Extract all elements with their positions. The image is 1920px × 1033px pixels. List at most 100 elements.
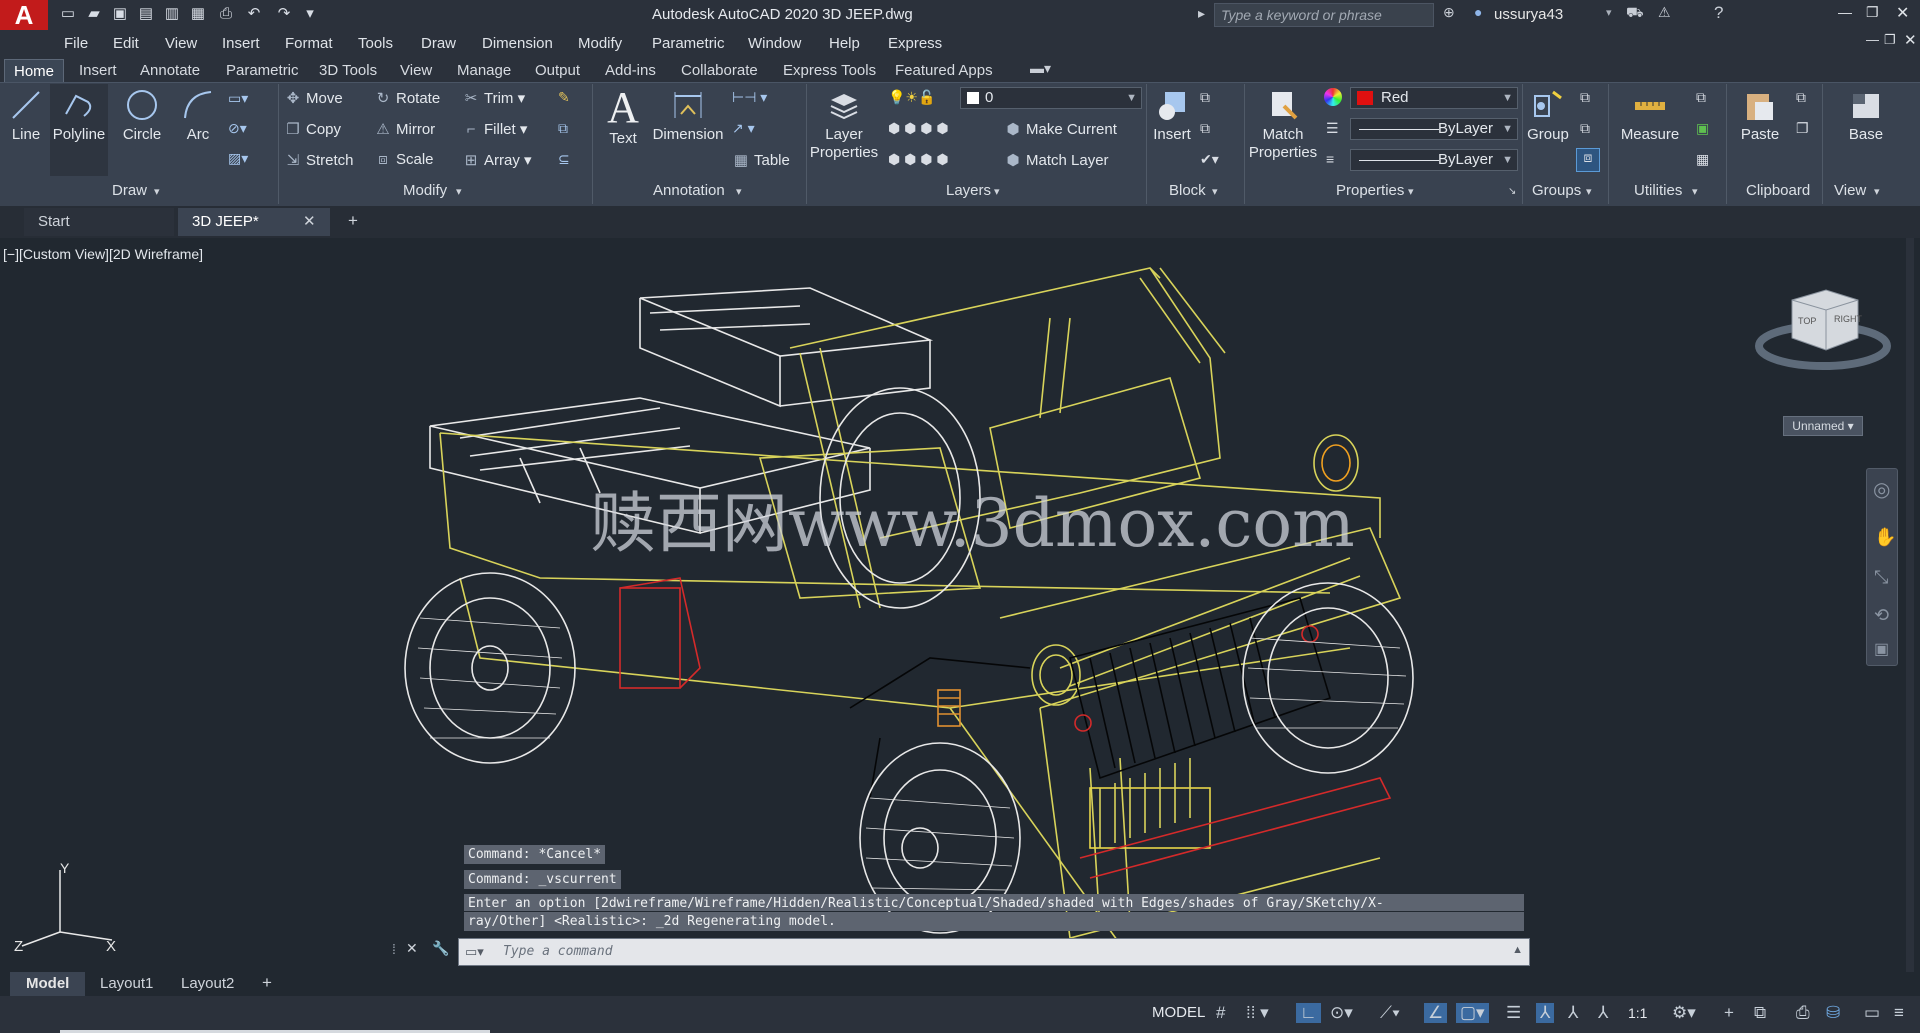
layer-dropdown[interactable]: 0 ▼ [960,87,1142,109]
layer-tools-icon[interactable]: ⬢ ⬢ ⬢ ⬢ [888,120,949,137]
groups-panel-dropdown-icon[interactable]: ▾ [1586,185,1592,198]
leader-icon[interactable]: ↗ ▾ [732,120,755,137]
menu-window[interactable]: Window [748,35,801,52]
polyline-button[interactable]: Polyline [50,84,108,176]
hatch-icon[interactable]: ⊘▾ [228,120,247,137]
make-current-button[interactable]: ⬢ Make Current [1004,120,1116,138]
orbit-icon[interactable]: ⟲ [1874,605,1889,626]
zoom-extents-icon[interactable]: ⤡ [1874,567,1888,588]
tab-3d-tools[interactable]: 3D Tools [310,59,386,82]
tab-model[interactable]: Model [10,972,86,996]
offset-icon[interactable]: ⊆ [558,151,570,168]
copy-button[interactable]: ❐ Copy [284,120,341,138]
save-as-icon[interactable]: ▤ [136,4,156,24]
cmd-history-toggle-icon[interactable]: ▲ [1512,944,1523,956]
layer-properties-button[interactable]: Layer Properties [808,88,880,162]
erase-icon[interactable]: ✎ [558,89,570,106]
block-panel-dropdown-icon[interactable]: ▾ [1212,185,1218,198]
isolate-objects-icon[interactable]: ⛁ [1826,1003,1840,1023]
id-point-icon[interactable]: ⧉ [1696,89,1706,106]
doc-minimize-icon[interactable]: — [1866,32,1879,47]
utilities-panel-label[interactable]: Utilities [1634,182,1682,199]
print-icon[interactable]: ⎙ [216,4,236,24]
move-button[interactable]: ✥ Move [284,89,343,107]
modify-panel-label[interactable]: Modify [403,182,447,199]
line-button[interactable]: Line [4,88,48,143]
trim-button[interactable]: ✂ Trim ▾ [462,89,525,107]
insert-button[interactable]: Insert [1150,88,1194,143]
cart-icon[interactable]: ⛟ [1626,4,1644,23]
modify-panel-dropdown-icon[interactable]: ▾ [456,185,462,198]
new-layout-icon[interactable]: + [262,973,272,993]
dimension-button[interactable]: Dimension [652,88,724,143]
customization-menu-icon[interactable]: ≡ [1894,1003,1904,1023]
annotation-scale-value[interactable]: 1:1 [1628,1005,1647,1021]
named-view-dropdown[interactable]: Unnamed ▾ [1783,416,1863,436]
tab-close-icon[interactable]: ✕ [303,212,316,230]
menu-draw[interactable]: Draw [421,35,456,52]
object-snap-icon[interactable]: ▢▾ [1456,1003,1489,1023]
restore-icon[interactable]: ❐ [1866,4,1879,21]
copy-clip-icon[interactable]: ❐ [1796,120,1809,137]
tab-insert[interactable]: Insert [70,59,126,82]
color-dropdown[interactable]: Red ▼ [1350,87,1518,109]
units-icon[interactable]: ⧉ [1754,1003,1766,1023]
command-input[interactable]: ▭▾ Type a command ▲ [458,938,1530,966]
linetype-dropdown[interactable]: ByLayer ▼ [1350,149,1518,171]
publish-icon[interactable]: ▦ [188,4,208,24]
menu-edit[interactable]: Edit [113,35,139,52]
linetype-icon[interactable]: ≡ [1326,151,1334,167]
annotation-monitor-icon[interactable]: + [1724,1003,1734,1023]
annotation-panel-dropdown-icon[interactable]: ▾ [736,185,742,198]
tab-view[interactable]: View [391,59,441,82]
a360-icon[interactable]: ⚠ [1658,4,1671,21]
tab-layout2[interactable]: Layout2 [181,975,234,992]
user-icon[interactable]: ● [1474,4,1482,20]
binoculars-icon[interactable]: ⊕ [1443,4,1455,21]
menu-file[interactable]: File [64,35,88,52]
cmd-customize-icon[interactable]: 🔧 [432,940,449,957]
grid-icon[interactable]: # [1216,1003,1225,1023]
hardware-acceleration-icon[interactable]: ⎙ [1796,1003,1810,1023]
menu-express[interactable]: Express [888,35,942,52]
menu-modify[interactable]: Modify [578,35,622,52]
polar-icon[interactable]: ⊙▾ [1330,1003,1353,1023]
pan-icon[interactable]: ✋ [1874,527,1896,548]
tab-express-tools[interactable]: Express Tools [774,59,885,82]
open-icon[interactable]: ▰ [84,4,104,24]
isodraft-icon[interactable]: ⟋▾ [1380,1003,1400,1023]
layer-on-icon[interactable]: 💡☀🔓 [888,89,935,106]
scale-button[interactable]: ⧈ Scale [374,151,433,168]
match-properties-button[interactable]: Match Properties [1248,88,1318,162]
arc-button[interactable]: Arc [175,88,221,143]
undo-icon[interactable]: ↶ [244,4,264,24]
ribbon-toggle-icon[interactable]: ▬▾ [1030,60,1051,77]
annotation-scale-icon[interactable]: ⅄ [1598,1003,1608,1023]
tab-manage[interactable]: Manage [448,59,520,82]
measure-button[interactable]: Measure [1616,88,1684,143]
group-button[interactable]: Group [1526,88,1570,143]
cmd-prompt-icon[interactable]: ▭▾ [465,944,484,960]
view-panel-label[interactable]: View [1834,182,1866,199]
rectangle-icon[interactable]: ▭▾ [228,90,248,107]
viewcube[interactable]: TOP RIGHT [1754,288,1892,372]
stretch-button[interactable]: ⇲ Stretch [284,151,354,169]
menu-tools[interactable]: Tools [358,35,393,52]
cut-icon[interactable]: ⧉ [1796,89,1806,106]
layers-panel-label[interactable]: Layers [946,182,991,199]
menu-dimension[interactable]: Dimension [482,35,553,52]
help-icon[interactable]: ? [1714,3,1723,23]
drawing-viewport[interactable]: [−][Custom View][2D Wireframe] 赎西网www.3d… [0,238,1920,972]
doc-close-icon[interactable]: ✕ [1904,31,1917,49]
properties-launcher-icon[interactable]: ↘ [1508,186,1516,197]
user-name[interactable]: ussurya43 [1494,6,1563,23]
base-button[interactable]: Base [1840,88,1892,143]
properties-panel-label[interactable]: Properties [1336,182,1404,199]
tab-collaborate[interactable]: Collaborate [672,59,767,82]
snap-icon[interactable]: ⁞⁞ ▾ [1246,1003,1269,1023]
menu-insert[interactable]: Insert [222,35,260,52]
menu-parametric[interactable]: Parametric [652,35,725,52]
lineweight-dropdown[interactable]: ByLayer ▼ [1350,118,1518,140]
qat-dropdown-icon[interactable]: ▾ [300,4,320,24]
properties-panel-dropdown-icon[interactable]: ▾ [1408,185,1414,198]
